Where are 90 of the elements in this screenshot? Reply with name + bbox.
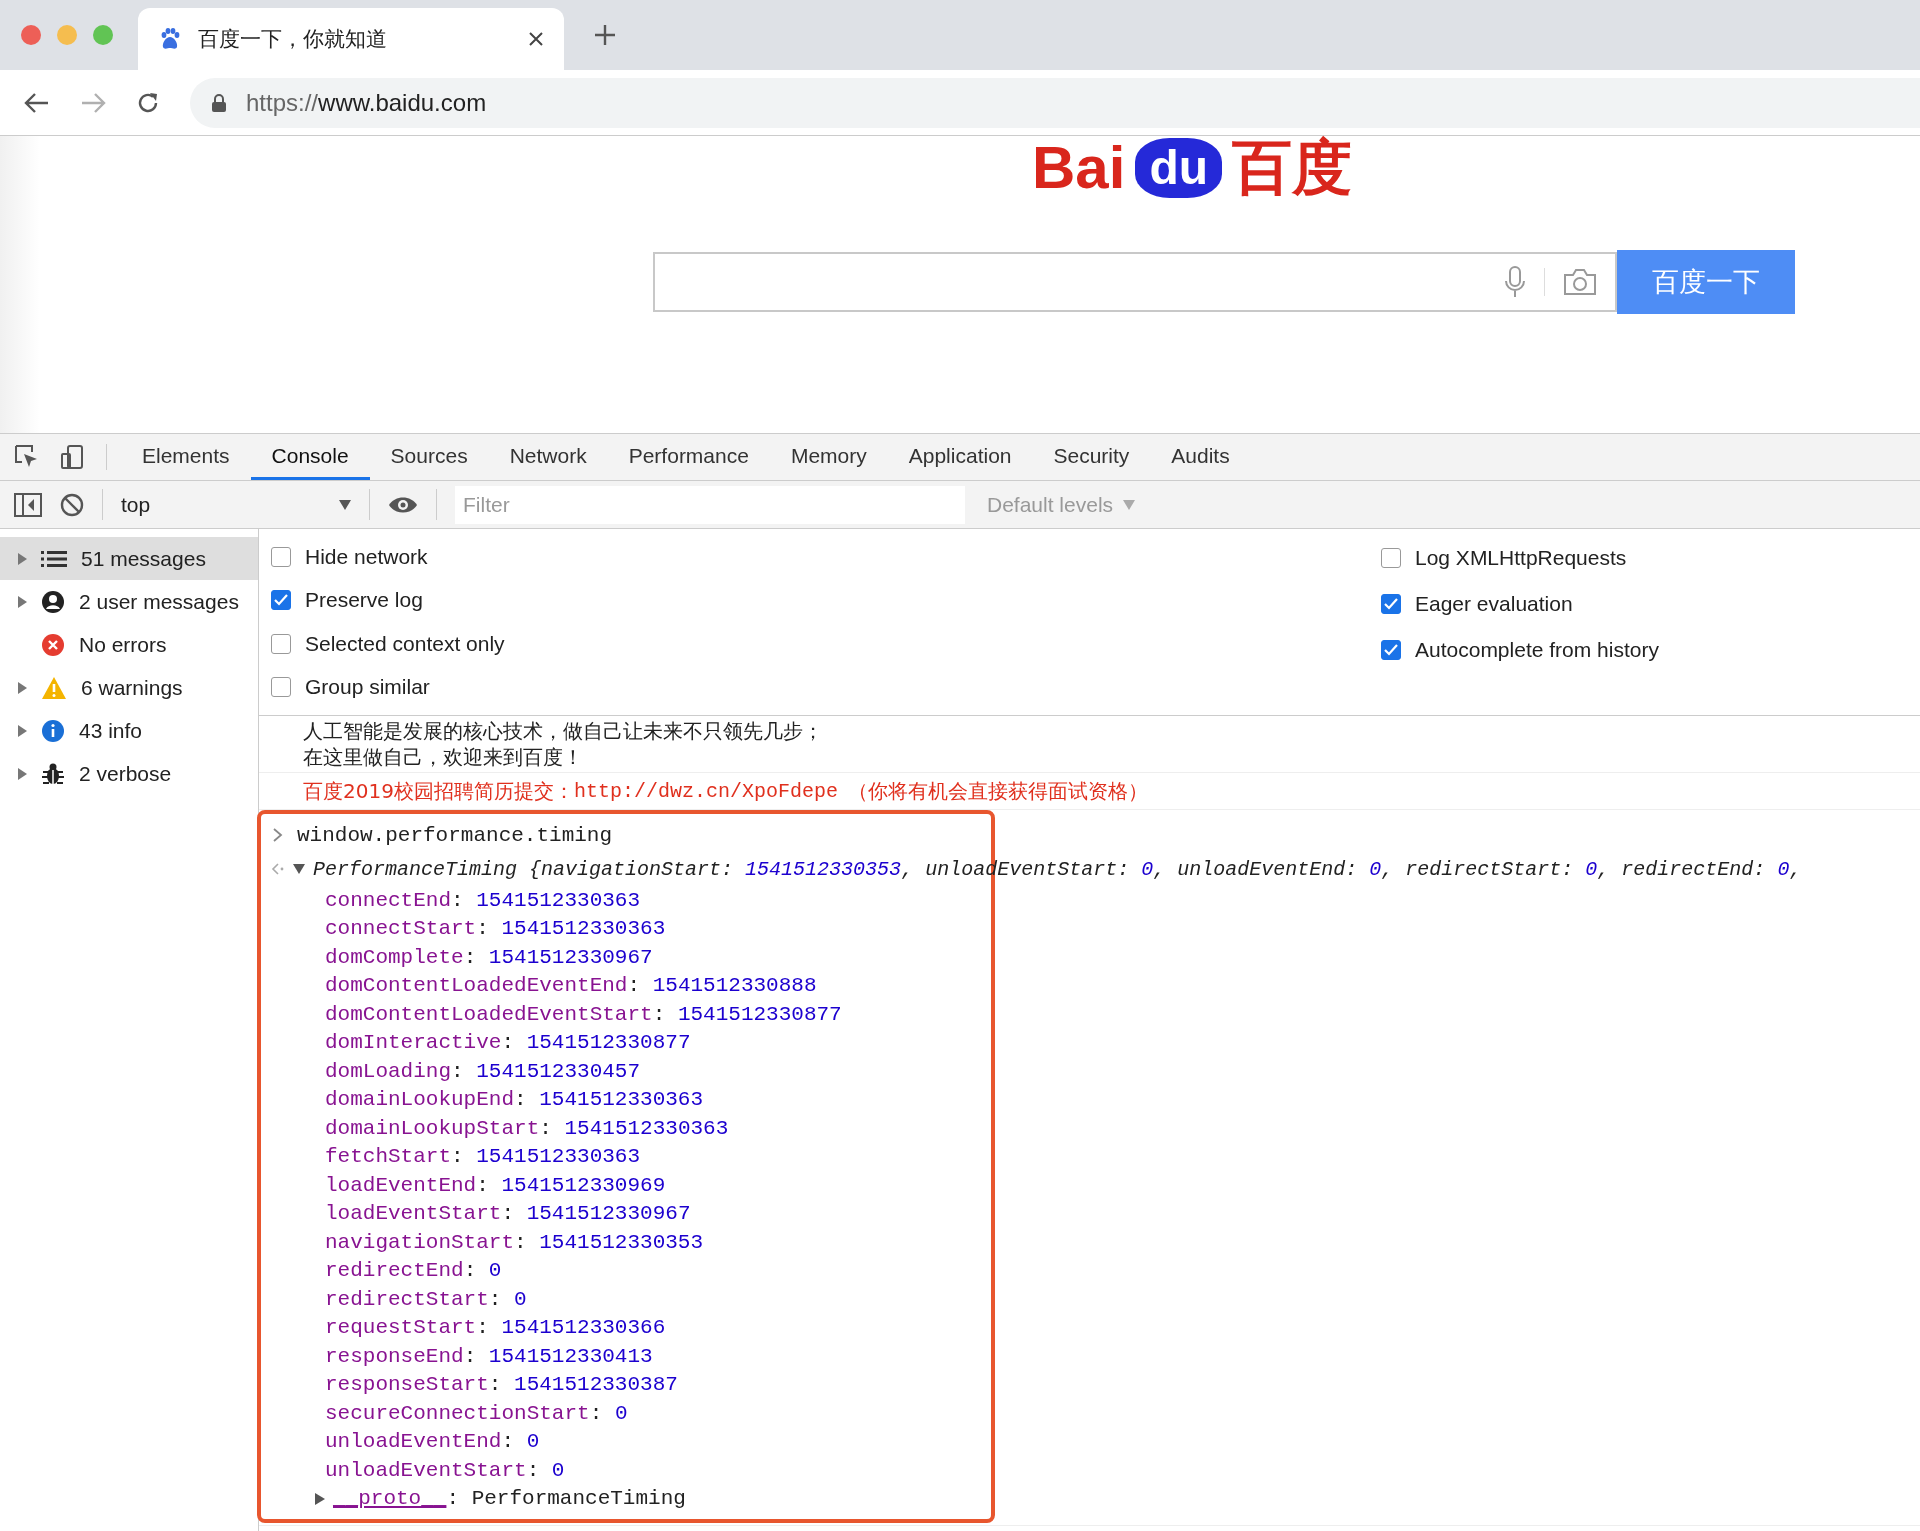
property-entry: loadEventStart: 1541512330967	[325, 1202, 691, 1226]
new-tab-icon[interactable]	[594, 24, 616, 46]
checkbox[interactable]	[271, 590, 291, 611]
error-icon	[41, 632, 65, 657]
console-notice-text: （你将有机会直接获得面试资格）	[847, 777, 1148, 805]
property-entry: domContentLoadedEventStart: 1541512330877	[325, 1002, 842, 1026]
warning-icon	[41, 675, 67, 700]
chevron-icon	[273, 828, 283, 842]
sidebar-item[interactable]: 2 verbose	[0, 752, 258, 795]
devtools-tab[interactable]: Performance	[607, 434, 770, 480]
checkbox-label: Autocomplete from history	[1415, 638, 1659, 662]
checkbox[interactable]	[271, 677, 291, 698]
property-entry: domainLookupStart: 1541512330363	[325, 1116, 729, 1140]
console-notice-text: 百度2019校园招聘简历提交：	[303, 777, 574, 805]
property-entry: fetchStart: 1541512330363	[325, 1145, 641, 1169]
baidu-logo: Bai du 百度	[1032, 138, 1352, 198]
sidebar-item[interactable]: No errors	[0, 623, 258, 666]
bug-icon	[41, 761, 65, 786]
property-entry[interactable]: __proto__: PerformanceTiming	[333, 1487, 686, 1511]
device-icon[interactable]	[60, 444, 86, 470]
property-entry: unloadEventStart: 0	[325, 1458, 565, 1482]
expand-arrow-icon[interactable]	[18, 552, 27, 565]
user-icon	[41, 589, 65, 614]
checkbox-label: Eager evaluation	[1415, 592, 1573, 616]
property-entry: domLoading: 1541512330457	[325, 1059, 641, 1083]
checkbox[interactable]	[1381, 548, 1401, 568]
search-field[interactable]	[653, 252, 1617, 312]
expand-arrow-icon[interactable]	[293, 863, 305, 875]
expand-arrow-icon[interactable]	[18, 724, 27, 737]
property-entry: domContentLoadedEventEnd: 1541512330888	[325, 974, 817, 998]
property-entry: redirectEnd: 0	[325, 1259, 502, 1283]
checkbox[interactable]	[1381, 640, 1401, 660]
camera-icon[interactable]	[1563, 268, 1597, 296]
back-icon[interactable]	[24, 91, 50, 114]
sidebar-item[interactable]: 6 warnings	[0, 666, 258, 709]
checkbox-label: Selected context only	[305, 631, 505, 656]
property-entry: connectStart: 1541512330363	[325, 917, 666, 941]
devtools-tab[interactable]: Application	[887, 434, 1033, 480]
microphone-icon[interactable]	[1504, 266, 1526, 298]
clear-console-icon[interactable]	[60, 492, 84, 517]
devtools-tab[interactable]: Memory	[769, 434, 888, 480]
sidebar-toggle-icon[interactable]	[14, 492, 42, 517]
address-bar[interactable]: https://www.baidu.com	[190, 77, 1920, 128]
close-icon[interactable]	[528, 31, 544, 47]
property-entry: domainLookupEnd: 1541512330363	[325, 1088, 704, 1112]
devtools-tab[interactable]: Elements	[121, 434, 251, 480]
property-entry: connectEnd: 1541512330363	[325, 888, 641, 912]
property-entry: domComplete: 1541512330967	[325, 945, 653, 969]
close-window-icon[interactable]	[20, 24, 42, 46]
checkbox[interactable]	[1381, 594, 1401, 614]
console-input-text: window.performance.timing	[297, 823, 613, 847]
expand-arrow-icon[interactable]	[315, 1492, 325, 1505]
expand-arrow-icon[interactable]	[18, 681, 27, 694]
property-entry: redirectStart: 0	[325, 1287, 527, 1311]
property-entry: navigationStart: 1541512330353	[325, 1230, 704, 1254]
property-entry: responseEnd: 1541512330413	[325, 1344, 653, 1368]
browser-tab[interactable]: 百度一下，你就知道	[138, 8, 564, 70]
checkbox-label: Log XMLHttpRequests	[1415, 546, 1627, 570]
checkbox-label: Group similar	[305, 675, 430, 700]
devtools-tab[interactable]: Security	[1032, 434, 1151, 480]
devtools-tab[interactable]: Audits	[1150, 434, 1251, 480]
reload-icon[interactable]	[136, 90, 160, 115]
devtools-tab[interactable]: Sources	[369, 434, 489, 480]
console-log-line: 在这里做自己，欢迎来到百度！	[303, 744, 584, 770]
lock-icon	[212, 93, 226, 112]
checkbox-label: Hide network	[305, 544, 428, 569]
context-selector[interactable]: top	[121, 492, 351, 517]
console-log-line: 人工智能是发展的核心技术，做自己让未来不只领先几步；	[303, 718, 824, 744]
sidebar-item[interactable]: 43 info	[0, 709, 258, 752]
property-entry: responseStart: 1541512330387	[325, 1373, 678, 1397]
filter-field[interactable]: Filter	[455, 485, 965, 524]
checkbox[interactable]	[271, 546, 291, 567]
checkbox[interactable]	[271, 633, 291, 654]
checkbox-label: Preserve log	[305, 588, 423, 613]
property-entry: secureConnectionStart: 0	[325, 1401, 628, 1425]
sidebar-item[interactable]: 2 user messages	[0, 580, 258, 623]
property-entry: unloadEventEnd: 0	[325, 1430, 540, 1454]
info-icon	[41, 718, 65, 743]
list-icon	[41, 549, 67, 568]
expand-arrow-icon[interactable]	[18, 595, 27, 608]
result-arrow-icon	[271, 862, 285, 876]
sidebar-item[interactable]: 51 messages	[0, 537, 258, 580]
property-entry: domInteractive: 1541512330877	[325, 1031, 691, 1055]
caret-icon	[1123, 499, 1136, 510]
property-entry: loadEventEnd: 1541512330969	[325, 1173, 666, 1197]
expand-arrow-icon[interactable]	[18, 767, 27, 780]
caret-icon	[339, 499, 351, 510]
property-entry: requestStart: 1541512330366	[325, 1316, 666, 1340]
notice-link[interactable]: http://dwz.cn/XpoFdepe	[573, 779, 838, 803]
devtools-tab[interactable]: Network	[488, 434, 608, 480]
